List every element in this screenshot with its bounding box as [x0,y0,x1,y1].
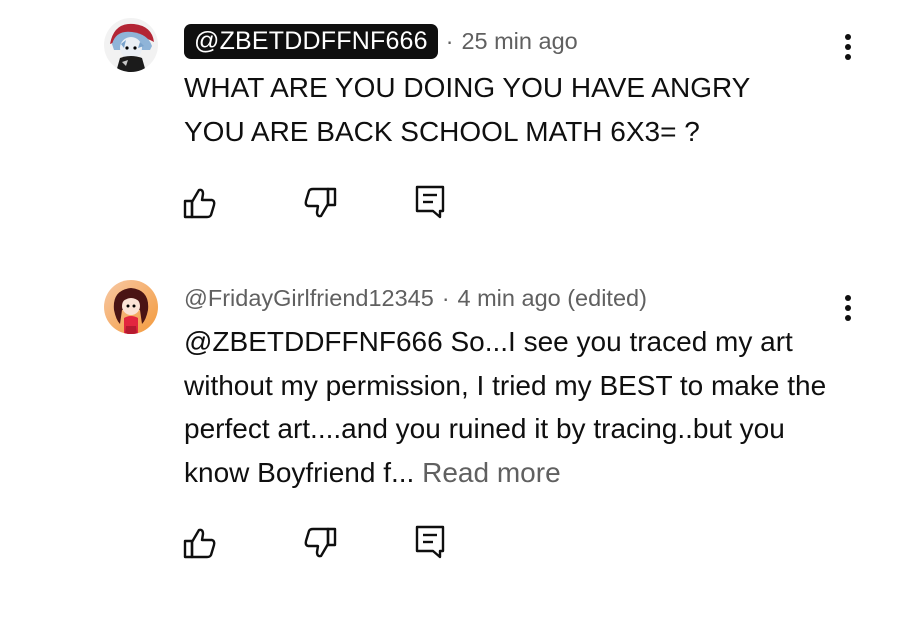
comment-text: WHAT ARE YOU DOING YOU HAVE ANGRY YOU AR… [184,72,750,147]
reply-icon[interactable] [412,524,448,560]
comment-text: @ZBETDDFFNF666 So...I see you traced my … [184,320,844,494]
comment-meta: @ZBETDDFFNF666 · 25 min ago [184,24,578,59]
comment-2: @FridayGirlfriend12345 · 4 min ago (edit… [0,250,900,622]
avatar[interactable] [104,18,158,72]
comment-timestamp: 4 min ago (edited) [457,284,647,311]
comment-1: @ZBETDDFFNF666 · 25 min ago WHAT ARE YOU… [0,0,900,250]
reply-icon[interactable] [412,184,448,220]
separator-dot: · [441,284,450,311]
comment-meta: @FridayGirlfriend12345 · 4 min ago (edit… [184,283,647,313]
avatar[interactable] [104,280,158,334]
comment-timestamp: 25 min ago [461,28,578,54]
girlfriend-avatar-icon [104,280,158,334]
author-handle[interactable]: @FridayGirlfriend12345 [184,283,434,313]
separator-dot: · [445,28,454,54]
thumbs-down-icon[interactable] [302,184,338,220]
more-vertical-icon[interactable] [834,34,862,74]
author-handle[interactable]: @ZBETDDFFNF666 [184,24,438,59]
thumbs-up-icon[interactable] [182,186,218,222]
thumbs-up-icon[interactable] [182,526,218,562]
read-more-link[interactable]: Read more [422,457,561,488]
character-avatar-icon [104,18,158,72]
thumbs-down-icon[interactable] [302,524,338,560]
